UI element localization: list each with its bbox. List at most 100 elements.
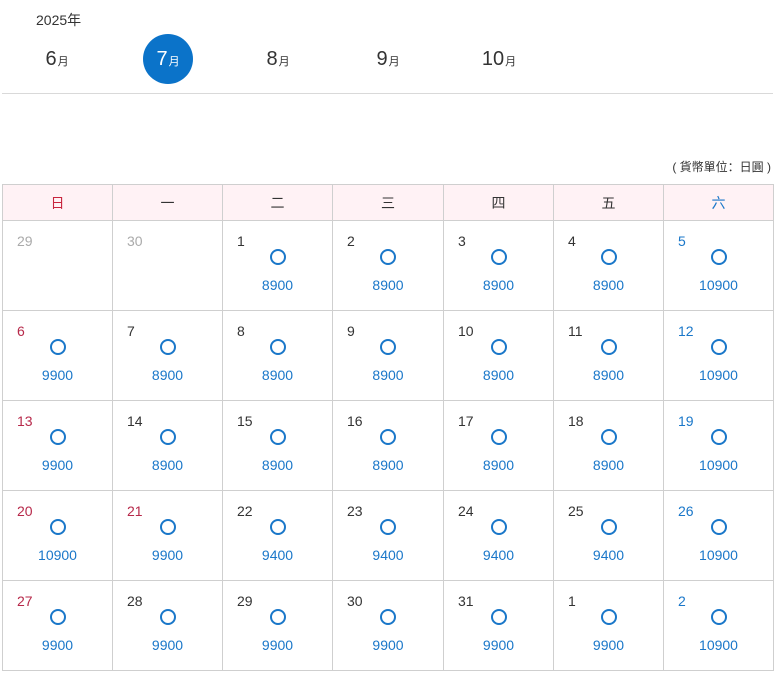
calendar-day-cell[interactable]: 6 9900 (2, 310, 113, 401)
calendar-day-cell[interactable]: 24 9400 (443, 490, 554, 581)
day-number: 27 (17, 593, 33, 609)
calendar-day-cell[interactable]: 16 8900 (332, 400, 444, 491)
calendar-day-cell[interactable]: 1 9900 (553, 580, 664, 671)
calendar-day-cell[interactable]: 4 8900 (553, 220, 664, 311)
month-tab-7[interactable]: 7月 (143, 34, 193, 84)
day-number: 20 (17, 503, 33, 519)
day-price: 8900 (372, 367, 404, 383)
month-selector: 6月 7月 8月 9月 10月 (0, 30, 775, 86)
day-price: 9900 (482, 637, 515, 653)
day-price: 9400 (592, 547, 625, 563)
day-price: 8900 (261, 277, 294, 293)
day-price: 9900 (261, 637, 294, 653)
day-number: 1 (237, 233, 245, 249)
day-number: 2 (678, 593, 686, 609)
calendar-day-cell[interactable]: 20 10900 (2, 490, 113, 581)
calendar-day-cell[interactable]: 23 9400 (332, 490, 444, 581)
day-number: 24 (458, 503, 474, 519)
calendar-week-row: 20 10900 21 9900 22 9400 23 9400 24 9400 25 9400 26 1… (2, 490, 774, 581)
weekday-header-row: 日 一 二 三 四 五 六 (2, 184, 774, 221)
circle-icon (490, 339, 507, 355)
month-unit: 月 (168, 56, 180, 68)
circle-icon (159, 609, 176, 625)
circle-icon (49, 609, 66, 625)
calendar-day-cell[interactable]: 2 10900 (663, 580, 774, 671)
calendar-day-cell[interactable]: 25 9400 (553, 490, 664, 581)
circle-icon (710, 339, 727, 355)
calendar-day-cell[interactable]: 8 8900 (222, 310, 333, 401)
calendar-week-row: 29 30 1 8900 2 8900 3 8900 4 8900 5 10900 (2, 220, 774, 311)
month-number: 7 (156, 48, 168, 70)
weekday-header-mon: 一 (112, 184, 223, 221)
calendar-day-cell[interactable]: 15 8900 (222, 400, 333, 491)
month-tab-6[interactable]: 6月 (32, 34, 82, 84)
month-tab-10[interactable]: 10月 (474, 34, 524, 84)
calendar-day-cell[interactable]: 22 9400 (222, 490, 333, 581)
month-unit: 月 (278, 56, 290, 68)
calendar-day-cell[interactable]: 30 9900 (332, 580, 444, 671)
calendar-day-cell[interactable]: 3 8900 (443, 220, 554, 311)
calendar-day-cell[interactable]: 27 9900 (2, 580, 113, 671)
day-price: 8900 (261, 367, 294, 383)
calendar-day-cell[interactable]: 28 9900 (112, 580, 223, 671)
circle-icon (269, 609, 286, 625)
calendar-day-cell[interactable]: 11 8900 (553, 310, 664, 401)
circle-icon (269, 429, 286, 445)
day-number: 28 (127, 593, 143, 609)
circle-icon (269, 339, 286, 355)
month-unit: 月 (57, 56, 69, 68)
day-number: 13 (17, 413, 33, 429)
calendar-day-cell[interactable]: 1 8900 (222, 220, 333, 311)
month-tab-9[interactable]: 9月 (363, 34, 413, 84)
calendar-day-cell[interactable]: 17 8900 (443, 400, 554, 491)
day-number: 3 (458, 233, 466, 249)
price-calendar: 日 一 二 三 四 五 六 29 30 1 8900 2 8900 3 8900 4 8900 5 1… (2, 184, 774, 671)
calendar-day-cell[interactable]: 26 10900 (663, 490, 774, 581)
day-price: 8900 (261, 457, 294, 473)
day-price: 9400 (372, 547, 404, 563)
day-price: 9900 (41, 637, 74, 653)
calendar-day-cell[interactable]: 14 8900 (112, 400, 223, 491)
day-price: 9900 (372, 637, 404, 653)
calendar-day-cell[interactable]: 13 9900 (2, 400, 113, 491)
circle-icon (269, 519, 286, 535)
day-price: 8900 (372, 277, 404, 293)
day-number: 14 (127, 413, 143, 429)
day-number: 7 (127, 323, 135, 339)
calendar-day-cell[interactable]: 7 8900 (112, 310, 223, 401)
calendar-day-cell[interactable]: 5 10900 (663, 220, 774, 311)
day-number: 6 (17, 323, 25, 339)
calendar-day-cell[interactable]: 9 8900 (332, 310, 444, 401)
calendar-day-cell[interactable]: 21 9900 (112, 490, 223, 581)
day-price: 8900 (151, 457, 184, 473)
day-number: 30 (127, 233, 143, 249)
circle-icon (600, 429, 617, 445)
day-price: 8900 (592, 457, 625, 473)
circle-icon (380, 249, 396, 265)
month-tab-8[interactable]: 8月 (253, 34, 303, 84)
month-unit: 月 (505, 56, 517, 68)
day-number: 16 (347, 413, 363, 429)
weekday-header-wed: 三 (332, 184, 444, 221)
day-price: 10900 (699, 457, 738, 473)
calendar-day-cell[interactable]: 12 10900 (663, 310, 774, 401)
month-unit: 月 (388, 56, 400, 68)
month-number: 9 (376, 48, 388, 70)
calendar-day-cell[interactable]: 19 10900 (663, 400, 774, 491)
calendar-day-cell[interactable]: 2 8900 (332, 220, 444, 311)
day-number: 26 (678, 503, 694, 519)
month-number: 8 (266, 48, 278, 70)
calendar-day-cell[interactable]: 10 8900 (443, 310, 554, 401)
currency-note: ( 貨幣單位：日圓 ) (672, 160, 771, 174)
circle-icon (710, 519, 727, 535)
circle-icon (380, 429, 396, 445)
calendar-day-cell[interactable]: 18 8900 (553, 400, 664, 491)
calendar-day-cell[interactable]: 29 9900 (222, 580, 333, 671)
circle-icon (49, 339, 66, 355)
day-price: 8900 (372, 457, 404, 473)
calendar-day-cell[interactable]: 31 9900 (443, 580, 554, 671)
circle-icon (490, 249, 507, 265)
weekday-header-fri: 五 (553, 184, 664, 221)
day-price: 10900 (699, 277, 738, 293)
circle-icon (380, 609, 396, 625)
